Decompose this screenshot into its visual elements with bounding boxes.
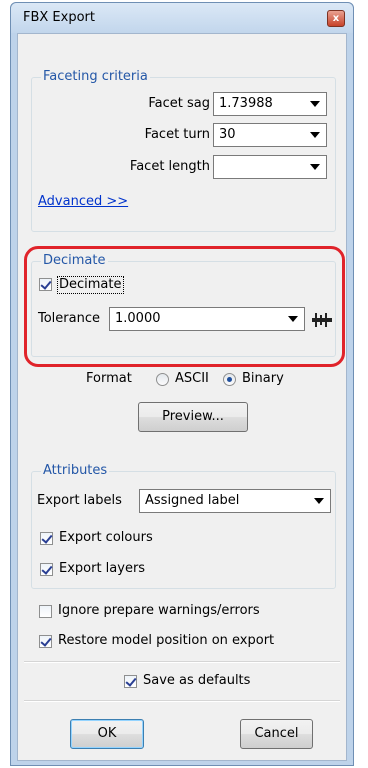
format-label: Format [86, 371, 132, 386]
export-labels-value: Assigned label [145, 493, 240, 508]
facet-sag-value: 1.73988 [219, 96, 273, 111]
facet-turn-value: 30 [219, 127, 236, 142]
ok-button[interactable]: OK [70, 719, 144, 749]
window-title: FBX Export [23, 10, 95, 25]
restore-position-checkbox[interactable] [39, 635, 52, 648]
export-labels-combo[interactable]: Assigned label [139, 489, 331, 513]
chevron-down-icon[interactable] [288, 316, 298, 322]
facet-sag-label: Facet sag [148, 96, 210, 111]
advanced-link[interactable]: Advanced >> [38, 193, 128, 211]
decimate-title: Decimate [41, 253, 108, 269]
close-button[interactable]: x [327, 10, 345, 27]
tolerance-value: 1.0000 [115, 311, 161, 326]
decimate-group: Decimate Decimate Tolerance 1.0000 [31, 253, 336, 357]
attributes-title: Attributes [41, 463, 110, 479]
facet-sag-combo[interactable]: 1.73988 [213, 92, 327, 116]
cancel-button[interactable]: Cancel [240, 719, 313, 749]
decimate-checkbox[interactable] [39, 278, 52, 291]
ignore-warnings-label[interactable]: Ignore prepare warnings/errors [58, 602, 260, 620]
title-bar[interactable]: FBX Export x [11, 3, 353, 33]
tolerance-combo[interactable]: 1.0000 [109, 307, 305, 331]
chevron-down-icon[interactable] [310, 101, 320, 107]
export-colours-label[interactable]: Export colours [59, 529, 153, 547]
faceting-criteria-group: Faceting criteria Facet sag 1.73988 Face… [31, 69, 336, 232]
facet-turn-label: Facet turn [144, 127, 210, 142]
chevron-down-icon[interactable] [314, 498, 324, 504]
facet-length-label: Facet length [129, 159, 210, 174]
divider [24, 662, 340, 663]
restore-position-label[interactable]: Restore model position on export [58, 632, 274, 650]
faceting-criteria-title: Faceting criteria [41, 69, 150, 85]
tolerance-label: Tolerance [38, 311, 100, 326]
format-ascii-radio[interactable] [156, 373, 169, 386]
decimate-checkbox-label[interactable]: Decimate [57, 276, 124, 294]
save-defaults-checkbox[interactable] [124, 675, 137, 688]
export-colours-checkbox[interactable] [40, 532, 53, 545]
facet-length-combo[interactable] [213, 155, 327, 179]
export-labels-label: Export labels [37, 493, 122, 508]
chevron-down-icon[interactable] [310, 132, 320, 138]
export-layers-checkbox[interactable] [40, 563, 53, 576]
chevron-down-icon[interactable] [310, 164, 320, 170]
divider [24, 701, 340, 702]
dialog-client-area: Faceting criteria Facet sag 1.73988 Face… [17, 33, 347, 761]
format-ascii-label[interactable]: ASCII [175, 370, 209, 388]
close-icon: x [332, 13, 340, 24]
save-defaults-label[interactable]: Save as defaults [143, 672, 250, 690]
facet-turn-combo[interactable]: 30 [213, 123, 327, 147]
attributes-group: Attributes Export labels Assigned label … [31, 463, 336, 589]
ruler-caliper-icon[interactable] [311, 312, 333, 328]
preview-button[interactable]: Preview... [138, 402, 248, 432]
export-layers-label[interactable]: Export layers [59, 560, 145, 578]
ignore-warnings-checkbox[interactable] [39, 605, 52, 618]
format-binary-radio[interactable] [223, 373, 236, 386]
fbx-export-dialog: FBX Export x Faceting criteria Facet sag… [10, 2, 354, 766]
format-binary-label[interactable]: Binary [242, 370, 284, 388]
